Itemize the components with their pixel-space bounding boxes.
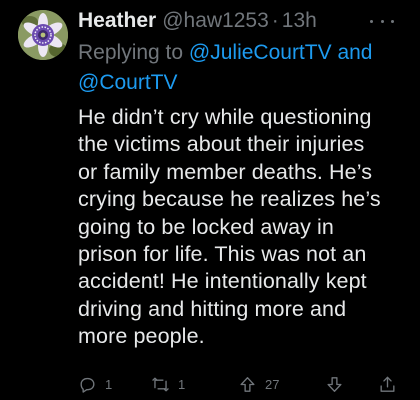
tweet-header: Heather @haw1253 · 13h bbox=[78, 6, 317, 36]
tweet[interactable]: Heather @haw1253 · 13h Replying to @Juli… bbox=[0, 0, 420, 400]
timestamp[interactable]: 13h bbox=[282, 6, 317, 36]
replying-prefix: Replying to bbox=[78, 41, 189, 64]
upvote-button[interactable]: 27 bbox=[238, 372, 279, 396]
down-arrow-icon bbox=[327, 376, 342, 392]
action-bar: 1 1 27 bbox=[78, 372, 404, 396]
upvote-count: 27 bbox=[265, 376, 280, 392]
share-button[interactable] bbox=[378, 372, 405, 396]
reply-bubble-icon bbox=[80, 377, 95, 393]
mention-joiner: and bbox=[331, 41, 373, 64]
user-handle[interactable]: @haw1253 bbox=[162, 6, 269, 36]
replying-to: Replying to @JulieCourtTV and @CourtTV bbox=[78, 38, 408, 98]
share-icon bbox=[380, 376, 395, 392]
downvote-button[interactable] bbox=[325, 372, 352, 396]
mention-link-courttv[interactable]: @CourtTV bbox=[78, 71, 178, 94]
mention-link-juliecourttv[interactable]: @JulieCourtTV bbox=[189, 41, 332, 64]
retweet-button[interactable]: 1 bbox=[151, 372, 185, 396]
up-arrow-icon bbox=[240, 376, 255, 392]
more-dots-icon[interactable] bbox=[370, 14, 394, 28]
tweet-text: He didn’t cry while questioning the vict… bbox=[78, 105, 381, 349]
reply-count: 1 bbox=[105, 376, 113, 392]
passion-flower-avatar bbox=[18, 10, 68, 60]
retweet-icon bbox=[152, 376, 169, 392]
separator-dot: · bbox=[271, 9, 279, 32]
display-name[interactable]: Heather bbox=[78, 6, 156, 36]
retweet-count: 1 bbox=[178, 376, 186, 392]
avatar[interactable] bbox=[18, 10, 68, 60]
reply-button[interactable]: 1 bbox=[78, 372, 112, 396]
